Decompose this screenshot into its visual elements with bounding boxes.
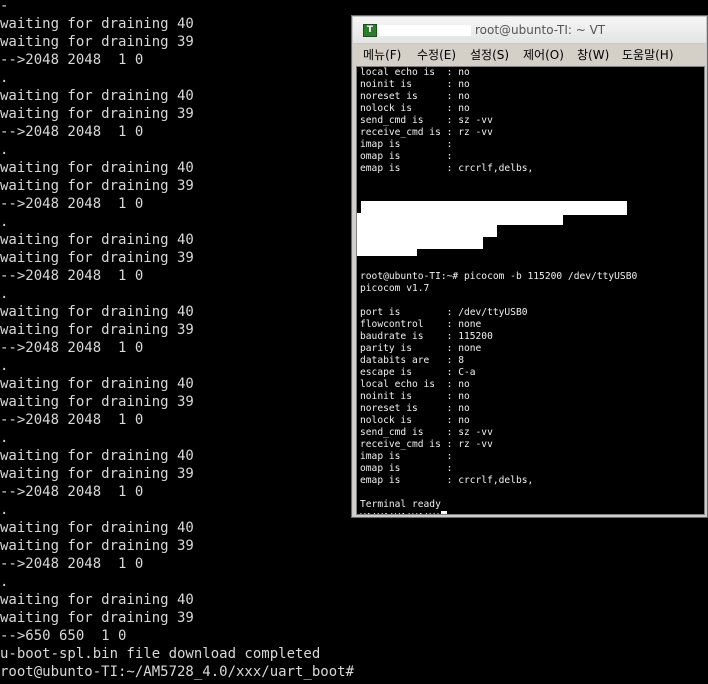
- terminal-line: receive_cmd is : rz -vv: [360, 127, 493, 138]
- menu-control[interactable]: 제어(O): [523, 47, 564, 63]
- redaction-mark: [357, 225, 497, 237]
- terminal-line: waiting for draining 40: [0, 592, 194, 608]
- title-bar[interactable]: T root@ubunto-TI: ~ VT: [353, 17, 706, 44]
- terminal-line: noreset is : no: [360, 403, 470, 414]
- terminal-line: waiting for draining 39: [0, 610, 194, 626]
- terminal-line: -->650 650 1 0: [0, 628, 127, 644]
- terminal-line: u-boot-spl.bin file download completed: [0, 646, 321, 662]
- terminal-line: receive_cmd is : rz -vv: [360, 439, 493, 450]
- redaction-mark: [357, 237, 483, 249]
- terminal-line: nolock is : no: [360, 415, 470, 426]
- redaction-mark: [357, 213, 563, 225]
- terminal-line: picocom v1.7: [360, 283, 430, 294]
- terminal-line: Terminal ready: [360, 499, 441, 510]
- terminal-line: escape is : C-a: [360, 367, 476, 378]
- terminal-line: port is : /dev/ttyUSB0: [360, 307, 528, 318]
- terminal-line: VA!VA!VA!VA!V!: [360, 511, 637, 514]
- terminal-line: flowcontrol : none: [360, 319, 482, 330]
- terminal-line: noreset is : no: [360, 91, 470, 102]
- menu-help[interactable]: 도움말(H): [622, 47, 674, 63]
- window-title: root@ubunto-TI: ~ VT: [475, 23, 606, 37]
- title-redaction: [379, 25, 471, 36]
- terminal-line: omap is :: [360, 151, 453, 162]
- menu-window[interactable]: 창(W): [577, 47, 609, 63]
- terminal-screen[interactable]: local echo is : no noinit is : no noreset …: [356, 66, 705, 515]
- terminal-line: local echo is : no: [360, 379, 470, 390]
- terminal-line: send_cmd is : sz -vv: [360, 427, 493, 438]
- terminal-line: emap is : crcrlf,delbs,: [360, 475, 534, 486]
- terminal-line: local echo is : no: [360, 67, 470, 78]
- terminal-line: baudrate is : 115200: [360, 331, 493, 342]
- terminal-line: root@ubunto-TI:~# picocom -b 115200 /dev…: [360, 271, 638, 282]
- terminal-line: parity is : none: [360, 343, 482, 354]
- redaction-mark: [357, 249, 417, 256]
- terminal-line: -->2048 2048 1 0: [0, 556, 144, 572]
- terminal-line: omap is :: [360, 463, 453, 474]
- terminal-line: nolock is : no: [360, 103, 470, 114]
- terminal-line: .: [0, 574, 9, 590]
- menu-edit[interactable]: 수정(E): [417, 47, 456, 63]
- terminal-line: waiting for draining 39: [0, 538, 194, 554]
- text-cursor: [440, 511, 447, 514]
- terminal-line: imap is :: [360, 139, 453, 150]
- menu-file[interactable]: 메뉴(F): [363, 47, 401, 63]
- terminal-line: waiting for draining 40: [0, 520, 194, 536]
- menu-bar: 메뉴(F) 수정(E) 설정(S) 제어(O) 창(W) 도움말(H): [356, 45, 705, 65]
- terminal-line: -: [0, 0, 9, 14]
- terminal-output: local echo is : no noinit is : no noreset …: [360, 67, 638, 514]
- terminal-line: noinit is : no: [360, 79, 470, 90]
- terminal-line: noinit is : no: [360, 391, 470, 402]
- vt-terminal-window[interactable]: T root@ubunto-TI: ~ VT 메뉴(F) 수정(E) 설정(S)…: [351, 15, 708, 518]
- terminal-line: emap is : crcrlf,delbs,: [360, 163, 534, 174]
- terminal-line: root@ubunto-TI:~/AM5728_4.0/xxx/uart_boo…: [0, 664, 355, 680]
- terminal-line: databits are : 8: [360, 355, 464, 366]
- terminal-line: imap is :: [360, 451, 453, 462]
- terminal-app-icon: T: [363, 24, 377, 37]
- terminal-line: send_cmd is : sz -vv: [360, 115, 493, 126]
- menu-settings[interactable]: 설정(S): [470, 47, 509, 63]
